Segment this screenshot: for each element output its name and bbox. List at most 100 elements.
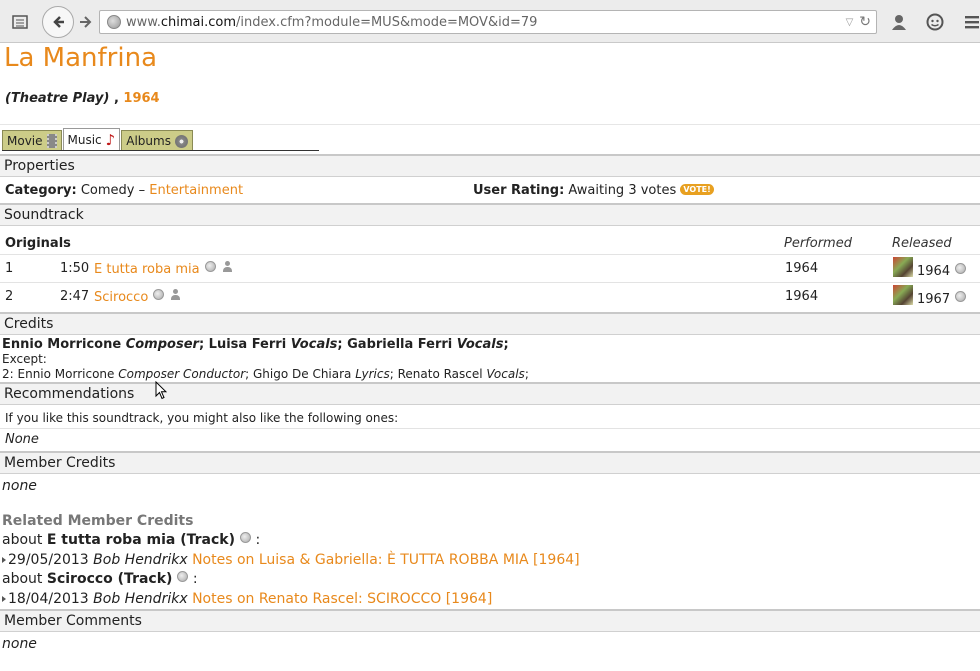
member-credits-heading: Member Credits: [0, 451, 980, 474]
track-duration: 2:47: [60, 289, 90, 304]
recommendations-intro: If you like this soundtrack, you might a…: [5, 411, 399, 425]
magnify-icon[interactable]: [955, 263, 967, 274]
reload-icon[interactable]: ↻: [859, 14, 871, 30]
credit-role: Lyrics: [355, 367, 390, 381]
related-about: about Scirocco (Track) :: [2, 571, 198, 587]
magnify-icon[interactable]: [955, 291, 967, 302]
album-thumbnail[interactable]: [893, 257, 913, 277]
globe-icon: [107, 15, 121, 29]
track-title-cell: E tutta roba mia: [94, 261, 233, 277]
browser-toolbar: www.chimai.com/index.cfm?module=MUS&mode…: [0, 0, 980, 43]
released-header: Released: [892, 236, 952, 251]
reader-icon[interactable]: [10, 12, 30, 32]
tab-music[interactable]: Music ♪: [62, 128, 121, 151]
credit-name: Renato Rascel: [397, 367, 483, 381]
except-credits: 2: Ennio Morricone Composer Conductor; G…: [2, 367, 529, 381]
row-divider: [0, 282, 980, 283]
properties-heading: Properties: [0, 154, 980, 177]
tab-bar: Movie Music ♪ Albums: [2, 128, 194, 151]
film-icon: [46, 134, 57, 148]
tab-underline: [2, 150, 319, 151]
track-number: 2: [5, 289, 14, 304]
category-row: Category: Comedy – Entertainment: [5, 183, 244, 198]
track-performed: 1964: [785, 289, 819, 304]
recommendations-heading: Recommendations: [0, 382, 980, 405]
page-subtitle: (Theatre Play) , 1964: [5, 91, 160, 106]
performed-header: Performed: [784, 236, 852, 251]
row-divider: [0, 428, 980, 429]
credit-role: Composer: [125, 337, 199, 352]
chat-icon[interactable]: [925, 12, 945, 32]
track-title-link[interactable]: E tutta roba mia: [94, 262, 200, 277]
member-credits-value: none: [2, 478, 37, 494]
recommendations-value: None: [5, 432, 39, 447]
tab-label: Albums: [126, 134, 171, 148]
page-title: La Manfrina: [4, 43, 158, 73]
category-link[interactable]: Entertainment: [149, 183, 243, 198]
mouse-cursor: [155, 380, 168, 404]
magnify-icon[interactable]: [153, 289, 165, 300]
album-thumbnail[interactable]: [893, 285, 913, 305]
track-title-link[interactable]: Scirocco: [94, 290, 148, 305]
person-icon[interactable]: [170, 289, 181, 301]
category-dash: –: [138, 183, 146, 198]
credit-name: Ghigo De Chiara: [253, 367, 352, 381]
rating-value: Awaiting 3 votes: [568, 183, 677, 198]
tab-albums[interactable]: Albums: [121, 130, 193, 151]
bullet-icon: [2, 557, 6, 563]
music-note-icon: ♪: [105, 131, 116, 149]
credits-heading: Credits: [0, 312, 980, 335]
menu-icon[interactable]: [962, 12, 980, 32]
related-about: about E tutta roba mia (Track) :: [2, 532, 261, 548]
related-link[interactable]: Notes on Renato Rascel: SCIROCCO [1964]: [192, 591, 492, 607]
category-label: Category: [5, 183, 72, 198]
except-prefix: 2:: [2, 367, 14, 381]
url-text: www.chimai.com/index.cfm?module=MUS&mode…: [126, 14, 538, 30]
related-entry: 18/04/2013 Bob Hendrikx Notes on Renato …: [2, 591, 492, 607]
track-released: 1967: [917, 292, 951, 307]
tab-label: Music: [67, 133, 102, 147]
track-number: 1: [5, 261, 14, 276]
magnify-icon[interactable]: [204, 261, 216, 272]
forward-icon[interactable]: [76, 12, 96, 32]
account-icon[interactable]: [889, 12, 909, 32]
year-link[interactable]: 1964: [123, 91, 159, 106]
person-icon[interactable]: [222, 261, 233, 273]
related-date: 29/05/2013: [8, 552, 89, 568]
subtitle-separator: ,: [113, 91, 119, 106]
track-duration: 1:50: [60, 261, 90, 276]
credit-role: Vocals: [456, 337, 504, 352]
rating-label: User Rating: [473, 183, 560, 198]
credit-name: Gabriella Ferri: [347, 337, 453, 352]
originals-header: Originals: [5, 236, 71, 251]
magnify-icon[interactable]: [177, 571, 189, 582]
credit-role: Vocals: [290, 337, 338, 352]
dropdown-icon[interactable]: ▽: [846, 17, 854, 28]
credit-name: Ennio Morricone: [2, 337, 122, 352]
related-subject: E tutta roba mia (Track): [46, 532, 236, 548]
member-comments-value: none: [2, 636, 37, 652]
tab-movie[interactable]: Movie: [2, 130, 62, 151]
magnify-icon[interactable]: [240, 532, 252, 543]
credit-name: Ennio Morricone: [17, 367, 115, 381]
member-comments-heading: Member Comments: [0, 609, 980, 632]
soundtrack-heading: Soundtrack: [0, 203, 980, 226]
track-released-cell: 1967: [893, 285, 967, 307]
credit-role: Vocals: [486, 367, 525, 381]
related-entry: 29/05/2013 Bob Hendrikx Notes on Luisa &…: [2, 552, 580, 568]
tab-label: Movie: [7, 134, 43, 148]
vote-badge[interactable]: VOTE!: [680, 184, 714, 195]
work-type: (Theatre Play): [5, 91, 110, 106]
rating-row: User Rating: Awaiting 3 votes VOTE!: [473, 183, 714, 198]
except-label: Except:: [2, 352, 47, 366]
track-title-cell: Scirocco: [94, 289, 181, 305]
back-icon[interactable]: [42, 6, 74, 38]
related-date: 18/04/2013: [8, 591, 89, 607]
related-author: Bob Hendrikx: [93, 591, 188, 607]
track-released-cell: 1964: [893, 257, 967, 279]
track-performed: 1964: [785, 261, 819, 276]
related-link[interactable]: Notes on Luisa & Gabriella: È TUTTA ROBB…: [192, 552, 580, 568]
credit-role: Composer Conductor: [118, 367, 246, 381]
url-bar[interactable]: www.chimai.com/index.cfm?module=MUS&mode…: [99, 10, 877, 34]
divider: [0, 124, 980, 125]
